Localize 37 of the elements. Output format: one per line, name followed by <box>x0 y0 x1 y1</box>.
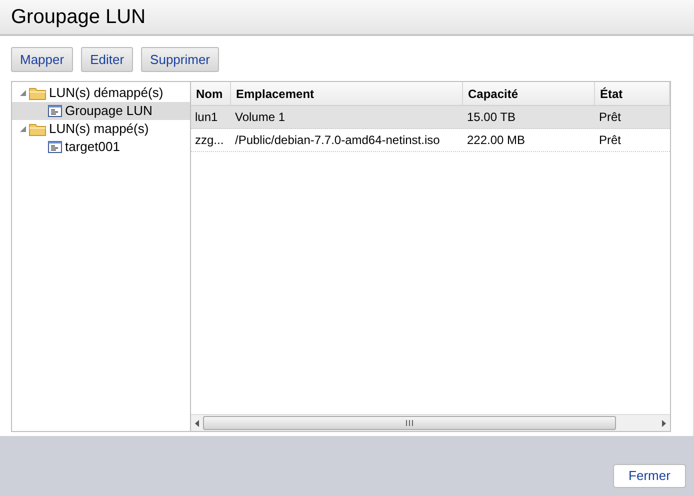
grip-icon <box>406 420 413 426</box>
tree-label: Groupage LUN <box>65 102 152 120</box>
folder-icon <box>29 86 46 100</box>
expanded-arrow-icon[interactable] <box>20 90 26 96</box>
tree-item[interactable]: LUN(s) démappé(s) <box>12 84 190 102</box>
table-cell-text: Prêt <box>599 132 622 149</box>
table-row[interactable]: lun1 Volume 1 15.00 TB Prêt <box>191 106 670 129</box>
column-header[interactable]: Emplacement <box>231 82 463 105</box>
table-cell-text: /Public/debian-7.7.0-amd64-netinst.iso <box>235 132 440 149</box>
tree-label: target001 <box>65 138 120 156</box>
table-cell-text: zzg... <box>195 132 224 149</box>
scroll-left-icon[interactable] <box>195 420 199 426</box>
table-cell-text: Prêt <box>599 109 622 126</box>
table-cell-text: Volume 1 <box>235 109 286 126</box>
expanded-arrow-icon[interactable] <box>20 126 26 132</box>
toolbar-button[interactable]: Supprimer <box>141 47 220 72</box>
folder-icon <box>29 122 46 136</box>
table-cell-text: lun1 <box>195 109 218 126</box>
horizontal-scrollbar[interactable] <box>191 414 670 431</box>
tree-item[interactable]: target001 <box>12 138 190 156</box>
table-cell-text: 15.00 TB <box>467 109 516 126</box>
tree-item[interactable]: LUN(s) mappé(s) <box>12 120 190 138</box>
tree-label: LUN(s) mappé(s) <box>49 120 149 138</box>
tree-item[interactable]: Groupage LUN <box>12 102 190 120</box>
scrollbar-thumb[interactable] <box>203 416 616 430</box>
window-title: Groupage LUN <box>11 5 146 30</box>
list-icon <box>48 141 62 153</box>
column-header[interactable]: Nom <box>191 82 231 105</box>
tree-label: LUN(s) démappé(s) <box>49 84 164 102</box>
toolbar-button[interactable]: Mapper <box>11 47 74 72</box>
scroll-right-icon[interactable] <box>662 420 666 426</box>
toolbar-button[interactable]: Editer <box>81 47 134 72</box>
column-header[interactable]: Capacité <box>463 82 595 105</box>
table-cell-text: 222.00 MB <box>467 132 526 149</box>
close-button[interactable]: Fermer <box>613 464 686 488</box>
list-icon <box>48 105 62 117</box>
column-header[interactable]: État <box>595 82 670 105</box>
